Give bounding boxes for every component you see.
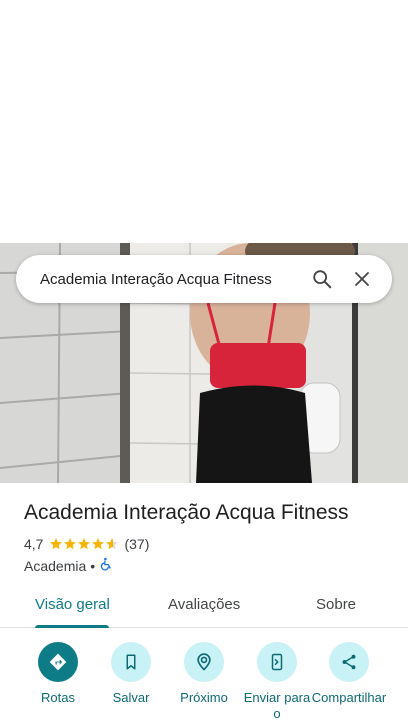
map-blank-area [0, 0, 408, 243]
star-icon [50, 538, 63, 550]
directions-icon [38, 642, 78, 682]
action-bar: Rotas Salvar Próximo Enviar para o Compa [0, 642, 408, 726]
send-to-phone-icon [257, 642, 297, 682]
nearby-label: Próximo [180, 690, 228, 705]
share-icon [329, 642, 369, 682]
place-title: Academia Interação Acqua Fitness [24, 501, 349, 524]
send-to-phone-button[interactable]: Enviar para o [237, 642, 317, 722]
review-count: (37) [124, 536, 150, 552]
bookmark-icon [111, 642, 151, 682]
nearby-button[interactable]: Próximo [164, 642, 244, 706]
close-icon[interactable] [342, 259, 382, 299]
share-label: Compartilhar [311, 690, 387, 705]
rating-row[interactable]: 4,7 (37) [24, 536, 149, 552]
star-rating [49, 537, 119, 551]
active-tab-indicator [35, 625, 109, 628]
place-sheet: Academia Interação Acqua Fitness 4,7 (37… [0, 483, 408, 726]
save-button[interactable]: Salvar [91, 642, 171, 706]
half-star-icon [106, 538, 119, 550]
star-icon [92, 538, 105, 550]
separator-dot: • [90, 557, 96, 574]
star-icon [78, 538, 91, 550]
directions-label: Rotas [41, 690, 75, 705]
search-bar[interactable]: Academia Interação Acqua Fitness [16, 255, 392, 303]
tab-overview[interactable]: Visão geral [35, 596, 110, 613]
category-label: Academia [24, 557, 87, 574]
star-icon [64, 538, 77, 550]
search-input[interactable]: Academia Interação Acqua Fitness [40, 271, 302, 288]
share-button[interactable]: Compartilhar [309, 642, 389, 706]
tab-about[interactable]: Sobre [316, 596, 356, 613]
tab-bar: Visão geral Avaliações Sobre [0, 586, 408, 628]
rating-value: 4,7 [24, 536, 44, 552]
save-label: Salvar [112, 690, 150, 705]
category-row: Academia • [24, 557, 113, 574]
nearby-icon [184, 642, 224, 682]
wheelchair-accessible-icon [99, 557, 113, 574]
tab-reviews[interactable]: Avaliações [168, 596, 240, 613]
search-icon[interactable] [302, 259, 342, 299]
send-to-phone-label: Enviar para o [243, 690, 311, 721]
directions-button[interactable]: Rotas [18, 642, 98, 706]
